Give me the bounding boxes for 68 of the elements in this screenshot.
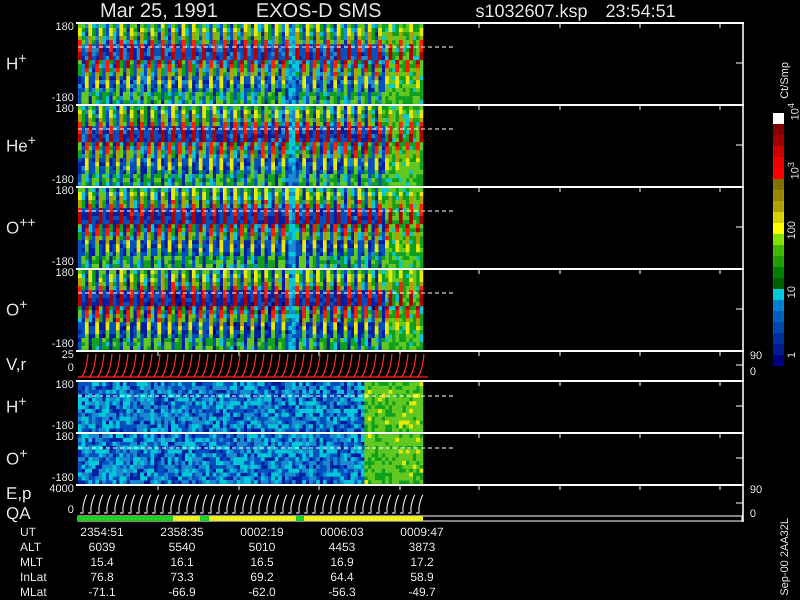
table-cell-text: 73.3 bbox=[169, 570, 195, 585]
table-cell-text: 58.9 bbox=[409, 570, 435, 585]
axis-tick-label: -180 bbox=[52, 473, 74, 484]
panel-label: QA bbox=[6, 504, 31, 524]
panel-label: O$^{+}$ bbox=[6, 446, 28, 470]
table-cell-text: 16.1 bbox=[169, 555, 195, 570]
axis-tick-label: 180 bbox=[55, 432, 74, 443]
table-cell-text: 0009:47 bbox=[399, 525, 445, 540]
table-cell-text: 2358:35 bbox=[159, 525, 205, 540]
row-label: ALT bbox=[19, 540, 42, 555]
table-cell-text: -71.1 bbox=[87, 585, 117, 600]
table-cell-text: 16.9 bbox=[329, 555, 355, 570]
panel-label: He$^{+}$ bbox=[6, 133, 36, 157]
axis-tick-label: 0 bbox=[750, 366, 757, 378]
table-cell-text: -56.3 bbox=[327, 585, 357, 600]
axis-tick-label: 180 bbox=[55, 380, 74, 391]
table-cell-text: 17.2 bbox=[409, 555, 435, 570]
axis-tick-label: 90 bbox=[750, 350, 764, 362]
axis-tick-label: 180 bbox=[55, 22, 74, 33]
table-cell-text: 64.4 bbox=[329, 570, 355, 585]
table-cell-text: -62.0 bbox=[247, 585, 277, 600]
file-name: s1032607.ksp bbox=[475, 0, 588, 22]
table-cell-text: 76.8 bbox=[89, 570, 115, 585]
plot-footer: Sep-00 2AA32L bbox=[779, 518, 791, 596]
plot-time: 23:54:51 bbox=[606, 0, 676, 22]
table-cell-text: 0002:19 bbox=[239, 525, 285, 540]
table-cell-text: 5540 bbox=[168, 540, 196, 555]
axis-tick-label: 4000 bbox=[49, 484, 74, 495]
table-cell-text: 3873 bbox=[408, 540, 436, 555]
axis-tick-label: 180 bbox=[55, 268, 74, 279]
table-cell-text: -66.9 bbox=[167, 585, 197, 600]
instrument-title: EXOS-D SMS bbox=[256, 0, 382, 22]
axis-tick-label: 0 bbox=[750, 508, 757, 520]
row-label: MLat bbox=[19, 585, 48, 600]
table-cell-text: 6039 bbox=[88, 540, 116, 555]
table-cell-text: 2354:51 bbox=[79, 525, 125, 540]
panel-label: E,p bbox=[6, 484, 32, 504]
plot-date: Mar 25, 1991 bbox=[100, 0, 218, 22]
row-label: InLat bbox=[19, 570, 48, 585]
table-cell-text: 4453 bbox=[328, 540, 356, 555]
color-scale-tick: 10 bbox=[786, 286, 798, 299]
table-cell-text: 16.5 bbox=[249, 555, 275, 570]
panel-label: H$^{+}$ bbox=[6, 394, 27, 418]
axis-tick-label: -180 bbox=[52, 93, 74, 104]
axis-tick-label: -180 bbox=[52, 175, 74, 186]
axis-tick-label: 180 bbox=[55, 104, 74, 115]
axis-tick-label: -180 bbox=[52, 339, 74, 350]
axis-tick-label: 25 bbox=[62, 350, 74, 361]
axis-tick-label: 0 bbox=[68, 363, 74, 374]
color-scale-tick: 1 bbox=[786, 352, 798, 358]
axis-tick-label: -180 bbox=[52, 257, 74, 268]
panel-label: O$^{+}$ bbox=[6, 297, 28, 321]
table-cell-text: -49.7 bbox=[407, 585, 437, 600]
axis-tick-label: -180 bbox=[52, 421, 74, 432]
axis-tick-label: 90 bbox=[750, 484, 764, 496]
panel-label: H$^{+}$ bbox=[6, 51, 27, 75]
table-cell-text: 69.2 bbox=[249, 570, 275, 585]
color-scale-tick: 100 bbox=[786, 220, 798, 240]
table-cell-text: 15.4 bbox=[89, 555, 115, 570]
table-cell-text: 5010 bbox=[248, 540, 276, 555]
panel-label: V,r bbox=[6, 355, 26, 375]
panel-label: O$^{++}$ bbox=[6, 215, 36, 239]
axis-tick-label: 180 bbox=[55, 186, 74, 197]
axis-tick-label: 0 bbox=[68, 505, 74, 516]
color-scale-unit: Ct/Smp bbox=[779, 62, 791, 99]
table-cell-text: 0006:03 bbox=[319, 525, 365, 540]
row-label: UT bbox=[19, 525, 37, 540]
row-label: MLT bbox=[19, 555, 44, 570]
